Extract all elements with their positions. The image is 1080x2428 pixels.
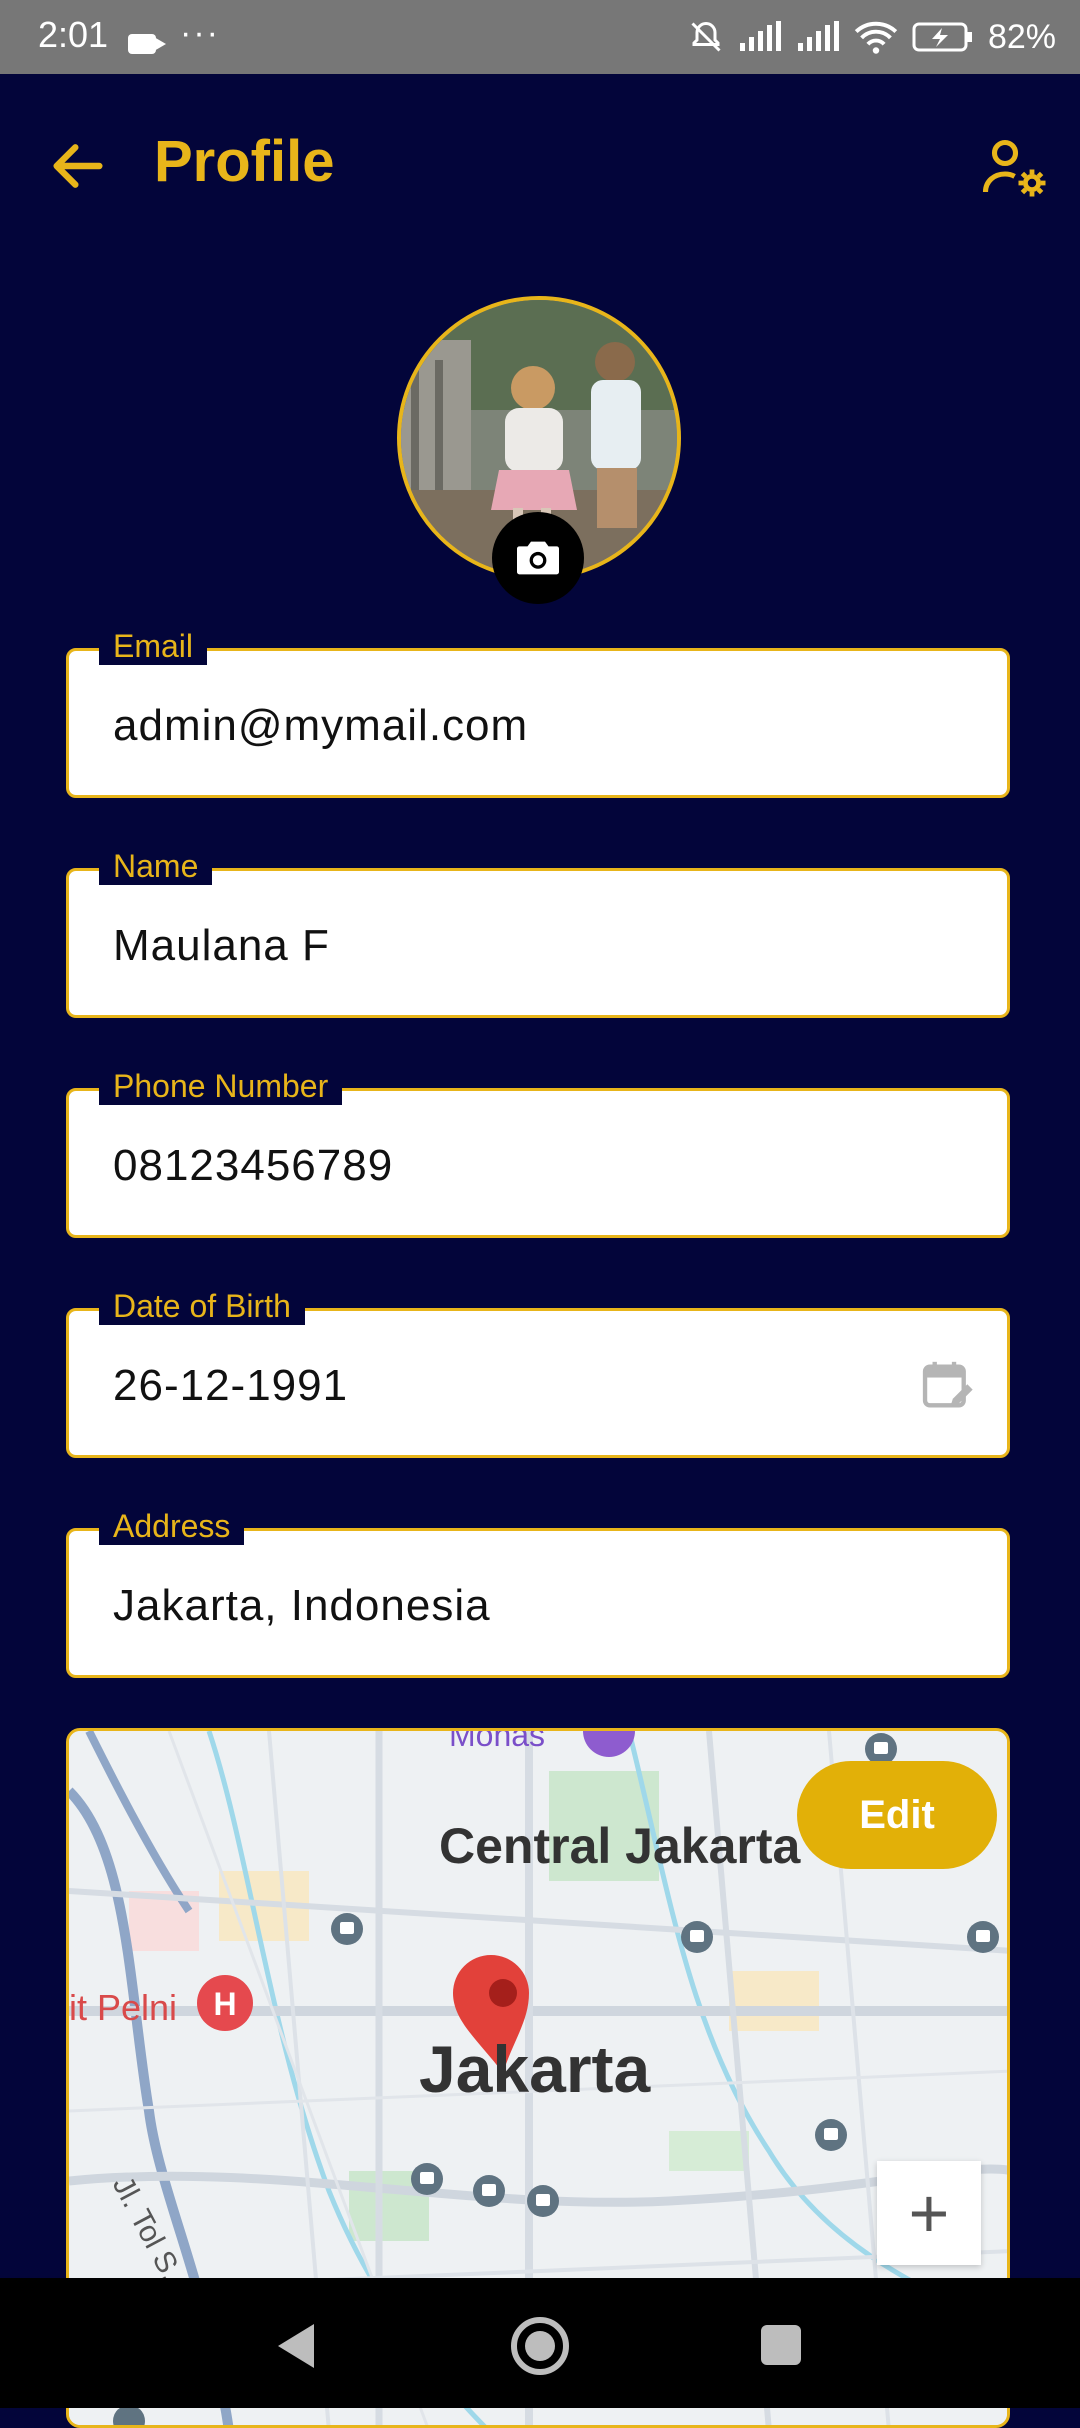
address-label: Address [99, 1507, 245, 1545]
camera-icon [517, 541, 559, 575]
app-bar: Profile [0, 74, 1080, 254]
dob-label: Date of Birth [99, 1287, 305, 1325]
mute-bell-icon [691, 21, 721, 52]
arrow-left-icon [53, 144, 103, 188]
email-label: Email [99, 627, 208, 665]
dob-field[interactable]: Date of Birth 26-12-1991 [66, 1287, 1010, 1458]
map-label-monas: Monas [449, 1728, 546, 1753]
page-title: Profile [154, 129, 335, 194]
system-nav-bar [0, 2278, 1080, 2408]
user-settings-icon [982, 139, 1046, 197]
name-value[interactable]: Maulana F [113, 921, 330, 971]
email-field[interactable]: Email admin@mymail.com [66, 627, 1010, 798]
phone-value[interactable]: 08123456789 [113, 1141, 393, 1191]
battery-icon [912, 22, 972, 52]
email-value[interactable]: admin@mymail.com [113, 701, 528, 751]
address-field[interactable]: Address Jakarta, Indonesia [66, 1507, 1010, 1678]
nav-recents-icon[interactable] [760, 2324, 802, 2366]
edit-location-button[interactable]: Edit [797, 1761, 997, 1869]
dob-value[interactable]: 26-12-1991 [113, 1361, 348, 1411]
name-field[interactable]: Name Maulana F [66, 847, 1010, 1018]
video-icon [128, 34, 166, 54]
battery-percent: 82% [987, 17, 1056, 56]
back-button[interactable] [46, 134, 110, 198]
map-label-hospital: it Pelni [69, 1987, 178, 2028]
calendar-edit-icon[interactable] [919, 1357, 977, 1415]
phone-label: Phone Number [99, 1067, 343, 1105]
svg-text:H: H [213, 1986, 236, 2022]
phone-field[interactable]: Phone Number 08123456789 [66, 1067, 1010, 1238]
change-photo-button[interactable] [492, 512, 584, 604]
nav-home-icon[interactable] [508, 2314, 572, 2378]
signal-icon-2 [797, 21, 839, 51]
status-bar: 2:01 ··· 82% [0, 0, 1080, 74]
account-settings-button[interactable] [978, 132, 1050, 204]
more-notifications-icon: ··· [180, 14, 220, 52]
zoom-in-button[interactable]: + [877, 2161, 981, 2265]
signal-icon [739, 21, 781, 51]
status-time: 2:01 [38, 14, 109, 55]
map-label-central-jakarta: Central Jakarta [439, 1818, 801, 1874]
name-label: Name [99, 847, 213, 885]
map-label-jakarta: Jakarta [419, 2032, 651, 2106]
nav-back-icon[interactable] [272, 2320, 320, 2372]
wifi-icon [854, 21, 898, 54]
address-value[interactable]: Jakarta, Indonesia [113, 1581, 491, 1631]
profile-photo [397, 296, 681, 604]
